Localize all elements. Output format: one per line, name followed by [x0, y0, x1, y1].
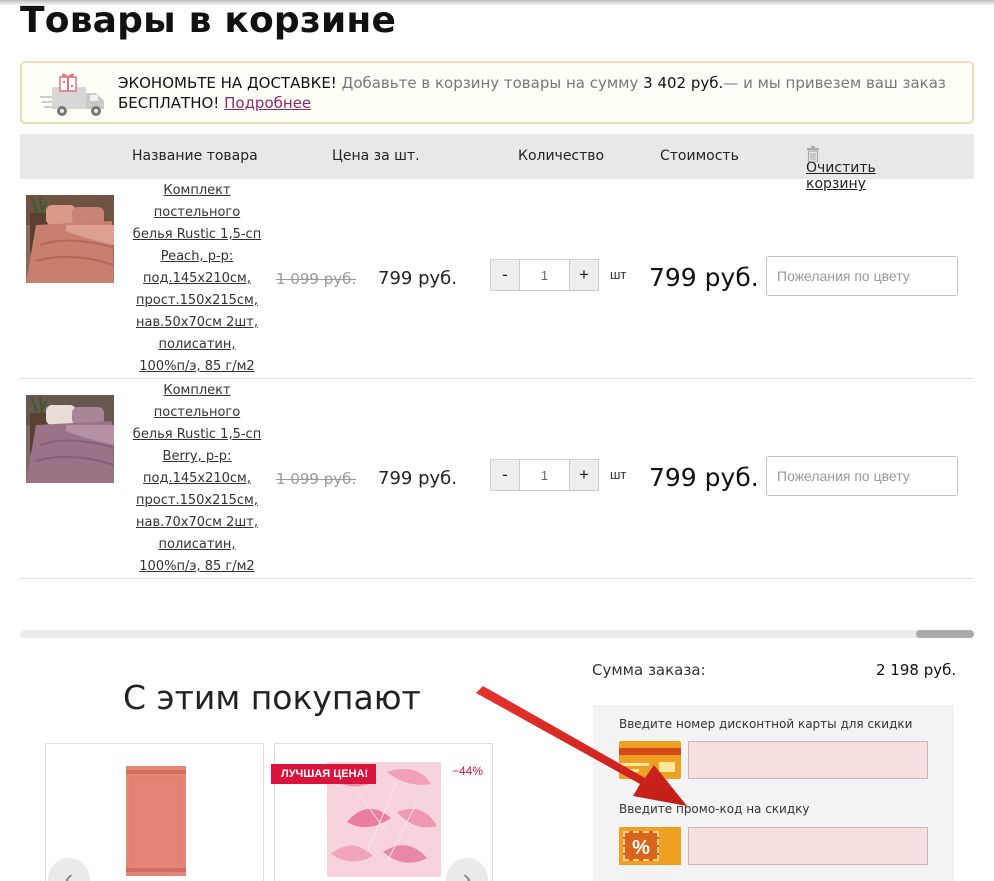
- cart-row: Комплект постельного белья Rustic 1,5-сп…: [20, 179, 974, 379]
- horizontal-scrollbar[interactable]: [20, 630, 974, 638]
- increase-quantity-button[interactable]: +: [569, 459, 599, 491]
- discount-panel: Введите номер дисконтной карты для скидк…: [593, 705, 954, 881]
- cart-table-header: Название товара Цена за шт. Количество С…: [20, 134, 974, 192]
- banner-headline: ЭКОНОМЬТЕ НА ДОСТАВКЕ!: [118, 74, 337, 92]
- row-cost: 799 руб.: [649, 463, 759, 492]
- product-name-link[interactable]: Комплект постельного белья Rustic 1,5-сп…: [132, 380, 262, 578]
- banner-text: ЭКОНОМЬТЕ НА ДОСТАВКЕ! Добавьте в корзин…: [118, 73, 948, 113]
- order-sum-label: Сумма заказа:: [592, 661, 706, 679]
- decrease-quantity-button[interactable]: -: [490, 259, 520, 291]
- cart-row: Комплект постельного белья Rustic 1,5-сп…: [20, 379, 974, 579]
- quantity-unit: шт: [610, 467, 627, 482]
- free-delivery-banner: ЭКОНОМЬТЕ НА ДОСТАВКЕ! Добавьте в корзин…: [20, 61, 974, 124]
- discount-card-label: Введите номер дисконтной карты для скидк…: [619, 717, 913, 731]
- product-name-link[interactable]: Комплект постельного белья Rustic 1,5-сп…: [132, 180, 262, 378]
- header-price: Цена за шт.: [332, 148, 420, 164]
- header-name: Название товара: [132, 148, 258, 164]
- banner-more-link[interactable]: Подробнее: [224, 94, 311, 112]
- header-cost: Стоимость: [660, 148, 739, 164]
- order-sum-value: 2 198 руб.: [876, 661, 957, 679]
- scrollbar-thumb[interactable]: [916, 630, 974, 638]
- discount-card-icon: [619, 741, 681, 779]
- quantity-input[interactable]: [519, 259, 570, 291]
- product-image[interactable]: [26, 395, 114, 483]
- best-price-badge: ЛУЧШАЯ ЦЕНА!: [271, 764, 377, 784]
- decrease-quantity-button[interactable]: -: [490, 459, 520, 491]
- percent-sign: %: [623, 831, 659, 861]
- recommendations-title: С этим покупают: [123, 678, 421, 717]
- quantity-unit: шт: [610, 267, 627, 282]
- unit-price: 799 руб.: [378, 468, 457, 489]
- increase-quantity-button[interactable]: +: [569, 259, 599, 291]
- quantity-stepper: - +: [490, 259, 600, 291]
- quantity-input[interactable]: [519, 459, 570, 491]
- color-wish-input[interactable]: [766, 256, 958, 296]
- color-wish-input[interactable]: [766, 456, 958, 496]
- page-title: Товары в корзине: [20, 0, 397, 41]
- banner-text-before: Добавьте в корзину товары на сумму: [336, 74, 644, 92]
- banner-free: БЕСПЛАТНО!: [118, 94, 220, 112]
- delivery-truck-gift-icon: [40, 73, 104, 116]
- promo-code-label: Введите промо-код на скидку: [619, 802, 810, 816]
- header-quantity: Количество: [518, 148, 605, 164]
- discount-percent: −44%: [452, 764, 484, 778]
- clear-cart-button[interactable]: Очистить корзину: [806, 146, 876, 192]
- discount-card-input[interactable]: [688, 741, 928, 779]
- old-price: 1 099 руб.: [276, 470, 357, 488]
- banner-amount: 3 402 руб.: [643, 74, 724, 92]
- quantity-stepper: - +: [490, 459, 600, 491]
- promo-code-icon: %: [619, 827, 681, 865]
- old-price: 1 099 руб.: [276, 270, 357, 288]
- towel-image: [126, 766, 186, 876]
- unit-price: 799 руб.: [378, 268, 457, 289]
- product-image[interactable]: [26, 195, 114, 283]
- promo-code-input[interactable]: [688, 827, 928, 865]
- row-cost: 799 руб.: [649, 263, 759, 292]
- banner-text-after: — и мы привезем ваш заказ: [723, 74, 946, 92]
